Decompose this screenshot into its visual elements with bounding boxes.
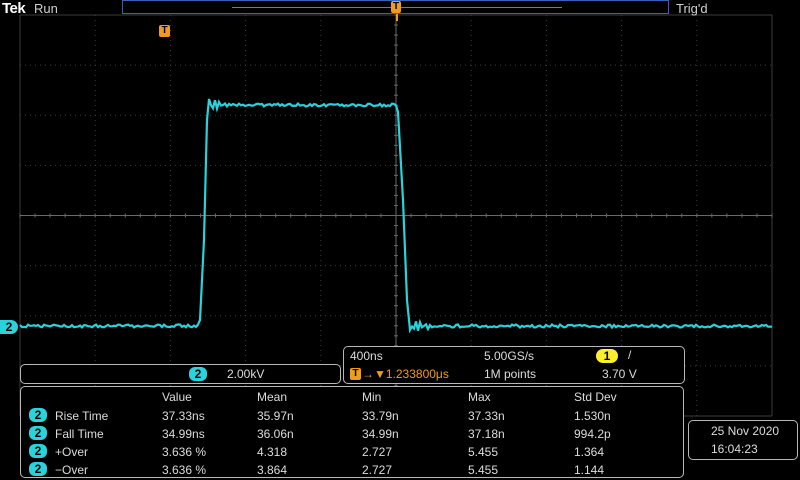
measurement-name: Fall Time [55,427,104,441]
trigger-position-icon: T [350,368,361,380]
measurement-name: +Over [55,445,88,459]
measurement-mean: 36.06n [257,427,294,441]
measurement-std-dev: 1.364 [574,445,604,459]
measurement-max: 37.33n [468,409,505,423]
time: 16:04:23 [711,442,758,456]
measurement-max: 5.455 [468,463,498,477]
header-mean: Mean [257,390,287,404]
measurement-min: 2.727 [362,445,392,459]
trigger-status: Trig'd [676,1,708,16]
channel-2-scale: 2.00kV [227,367,264,381]
measurement-channel-badge: 2 [29,444,47,458]
measurement-min: 2.727 [362,463,392,477]
measurement-max: 37.18n [468,427,505,441]
measurement-value: 3.636 % [162,445,206,459]
channel-2-badge: 2 [189,367,207,381]
time-per-div: 400ns [350,349,383,363]
trigger-level: 3.70 V [602,367,637,381]
brand-logo: Tek [2,0,25,17]
measurement-std-dev: 1.144 [574,463,604,477]
channel-2-ground-marker[interactable]: 2 [0,320,18,334]
measurement-value: 34.99ns [162,427,205,441]
measurement-min: 34.99n [362,427,399,441]
acquisition-state[interactable]: Run [34,1,58,16]
measurement-name: Rise Time [55,409,108,423]
measurement-mean: 3.864 [257,463,287,477]
measurement-channel-badge: 2 [29,426,47,440]
header-min: Min [362,390,381,404]
date-time-panel[interactable]: 25 Nov 2020 16:04:23 [688,420,798,460]
measurement-std-dev: 994.2p [574,427,611,441]
measurement-value: 3.636 % [162,463,206,477]
measurement-channel-badge: 2 [29,408,47,422]
record-length: 1M points [484,367,536,381]
measurement-mean: 4.318 [257,445,287,459]
horizontal-trigger-panel[interactable]: 400ns 5.00GS/s 1 / T →▼1.233800μs 1M poi… [343,346,685,384]
trigger-delay: →▼1.233800μs [362,367,449,381]
sample-rate: 5.00GS/s [484,349,534,363]
measurement-mean: 35.97n [257,409,294,423]
measurement-std-dev: 1.530n [574,409,611,423]
measurement-max: 5.455 [468,445,498,459]
header-max: Max [468,390,491,404]
trigger-position-marker[interactable]: T [391,1,401,13]
measurement-row-negative-overshoot[interactable]: 2 −Over 3.636 % 3.864 2.727 5.455 1.144 [21,461,683,479]
trigger-slope-icon: / [628,348,631,362]
date: 25 Nov 2020 [711,424,779,438]
measurement-min: 33.79n [362,409,399,423]
channel-scale-panel[interactable]: 2 2.00kV [20,364,341,384]
measurement-name: −Over [55,463,88,477]
header-std-dev: Std Dev [574,390,617,404]
trigger-source-badge: 1 [596,349,618,363]
header-value: Value [162,390,192,404]
measurement-value: 37.33ns [162,409,205,423]
measurement-row-positive-overshoot[interactable]: 2 +Over 3.636 % 4.318 2.727 5.455 1.364 [21,443,683,461]
measurement-row-rise-time[interactable]: 2 Rise Time 37.33ns 35.97n 33.79n 37.33n… [21,407,683,425]
measurement-panel[interactable]: Value Mean Min Max Std Dev 2 Rise Time 3… [20,386,684,478]
trigger-marker[interactable]: T [159,25,170,37]
measurement-channel-badge: 2 [29,462,47,476]
measurement-row-fall-time[interactable]: 2 Fall Time 34.99ns 36.06n 34.99n 37.18n… [21,425,683,443]
